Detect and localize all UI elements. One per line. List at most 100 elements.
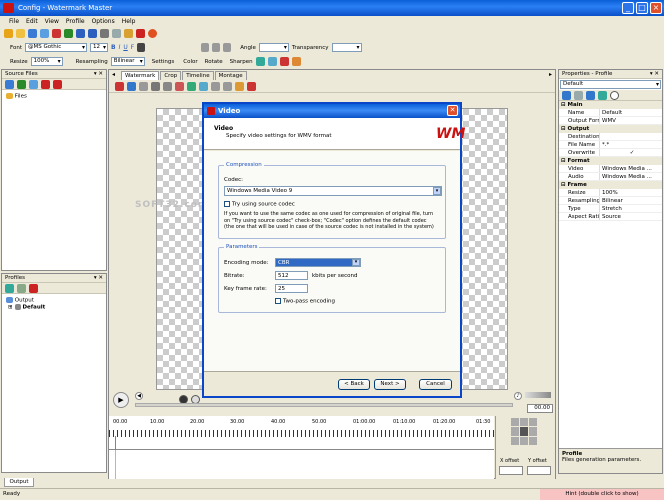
resampling-select[interactable]: Bilinear	[110, 57, 145, 66]
property-row[interactable]: Video Windows Media ...	[559, 165, 662, 173]
run-icon[interactable]	[52, 29, 61, 38]
property-value[interactable]: 100%	[600, 189, 662, 196]
menu-help[interactable]: Help	[122, 18, 136, 25]
property-row[interactable]: Resize 100%	[559, 189, 662, 197]
cut-icon[interactable]	[100, 29, 109, 38]
playback-slider[interactable]	[135, 403, 513, 407]
resize-select[interactable]: 100%	[30, 57, 63, 66]
underline-button[interactable]: U	[123, 44, 127, 51]
tab-scroll-left-icon[interactable]: ◂	[112, 71, 115, 78]
paste-icon[interactable]	[124, 29, 133, 38]
property-value[interactable]: ✓	[600, 149, 662, 156]
tab-watermark[interactable]: Watermark	[121, 71, 160, 80]
encoding-mode-select[interactable]: CBR ▾	[275, 258, 361, 267]
sort-icon[interactable]	[586, 91, 595, 100]
add-shape-icon[interactable]	[139, 82, 148, 91]
menu-view[interactable]: View	[45, 18, 59, 25]
save-icon[interactable]	[28, 29, 37, 38]
next-button[interactable]: Next >	[374, 379, 406, 390]
output-tab[interactable]: Output	[4, 478, 34, 487]
rotate-menu[interactable]: Rotate	[205, 59, 223, 65]
delete-icon[interactable]	[136, 29, 145, 38]
copy-icon[interactable]	[112, 29, 121, 38]
volume-slider[interactable]	[525, 392, 551, 398]
anchor-grid[interactable]	[511, 418, 538, 445]
tab-montage[interactable]: Montage	[214, 71, 247, 80]
try-source-codec-checkbox[interactable]: Try using source codec	[224, 201, 295, 208]
timeline-ruler[interactable]: 00.00 10.00 20.00 30.00 40.00 50.00 01:00.00 01…	[109, 416, 494, 450]
add-image-icon[interactable]	[127, 82, 136, 91]
move-down-icon[interactable]	[223, 82, 232, 91]
property-value[interactable]: WMV	[600, 117, 662, 124]
zoom-icon[interactable]	[199, 82, 208, 91]
undo-icon[interactable]	[76, 29, 85, 38]
save-all-icon[interactable]	[40, 29, 49, 38]
preview-icon[interactable]	[64, 29, 73, 38]
alphabetical-icon[interactable]	[574, 91, 583, 100]
align-left-icon[interactable]	[201, 43, 210, 52]
add-text-icon[interactable]	[115, 82, 124, 91]
settings-menu[interactable]: Settings	[152, 59, 175, 65]
two-pass-checkbox[interactable]: Two-pass encoding	[275, 298, 335, 305]
property-category[interactable]: ⊟ Main	[559, 101, 662, 109]
transparency-input[interactable]	[331, 43, 362, 52]
add-folder-icon[interactable]	[17, 80, 26, 89]
expand-icon[interactable]: ⊞	[8, 304, 13, 310]
codec-select[interactable]: Windows Media Video 9 ▾	[224, 186, 442, 196]
italic-button[interactable]: I	[119, 44, 121, 51]
font-size-select[interactable]: 12	[89, 43, 108, 52]
property-value[interactable]: *.*	[600, 141, 662, 148]
dialog-close-button[interactable]: ✕	[447, 105, 458, 116]
edit-profile-icon[interactable]	[17, 284, 26, 293]
refresh-icon[interactable]	[29, 80, 38, 89]
encoding-dropdown-icon[interactable]: ▾	[352, 259, 360, 266]
property-row[interactable]: Type Stretch	[559, 205, 662, 213]
watermark-icon[interactable]	[291, 57, 301, 66]
property-category[interactable]: ⊟ Format	[559, 157, 662, 165]
font-f-button[interactable]: F	[131, 44, 134, 51]
source-files-controls[interactable]: ▾ ✕	[94, 70, 103, 79]
playhead[interactable]	[115, 436, 116, 450]
tab-scroll-right-icon[interactable]: ▸	[549, 71, 552, 78]
cancel-button[interactable]: Cancel	[419, 379, 452, 390]
bitrate-input[interactable]: 512	[275, 271, 308, 280]
property-value[interactable]: Windows Media ...	[600, 165, 662, 172]
property-category[interactable]: ⊟ Frame	[559, 181, 662, 189]
sharpen-menu[interactable]: Sharpen	[230, 59, 253, 65]
layers-icon[interactable]	[163, 82, 172, 91]
codec-dropdown-icon[interactable]: ▾	[433, 187, 441, 195]
remove-file-icon[interactable]	[41, 80, 50, 89]
property-value[interactable]: Source	[600, 213, 662, 220]
open-icon[interactable]	[16, 29, 25, 38]
rewind-button[interactable]: ◀	[135, 392, 143, 400]
tab-timeline[interactable]: Timeline	[182, 71, 214, 80]
bold-button[interactable]: B	[111, 44, 116, 51]
profile-select[interactable]: Default	[560, 80, 661, 89]
delete-profile-icon[interactable]	[29, 284, 38, 293]
try-source-codec-box[interactable]	[224, 201, 230, 207]
new-profile-icon[interactable]	[5, 284, 14, 293]
property-row[interactable]: Resampling Bilinear	[559, 197, 662, 205]
angle-input[interactable]	[258, 43, 289, 52]
properties-icon[interactable]	[235, 82, 244, 91]
new-icon[interactable]	[4, 29, 13, 38]
property-value[interactable]: Default	[600, 109, 662, 116]
close-button[interactable]: ×	[650, 2, 662, 14]
add-file-icon[interactable]	[5, 80, 14, 89]
categorized-icon[interactable]	[562, 91, 571, 100]
default-profile-item[interactable]: ⊞ Default	[6, 303, 106, 310]
property-row[interactable]: Audio Windows Media ...	[559, 173, 662, 181]
y-offset-input[interactable]	[527, 466, 551, 475]
menu-options[interactable]: Options	[92, 18, 115, 25]
menu-file[interactable]: File	[9, 18, 19, 25]
stop-icon[interactable]	[148, 29, 157, 38]
menu-edit[interactable]: Edit	[26, 18, 38, 25]
properties-controls[interactable]: ▾ ✕	[650, 70, 659, 79]
property-row[interactable]: Output FormatWMV	[559, 117, 662, 125]
two-pass-box[interactable]	[275, 298, 281, 304]
flip-watermark-icon[interactable]	[247, 82, 256, 91]
property-row[interactable]: Destination	[559, 133, 662, 141]
property-row[interactable]: Overwrite ✓	[559, 149, 662, 157]
property-value[interactable]: Windows Media ...	[600, 173, 662, 180]
property-row[interactable]: Aspect Ratio Source	[559, 213, 662, 221]
